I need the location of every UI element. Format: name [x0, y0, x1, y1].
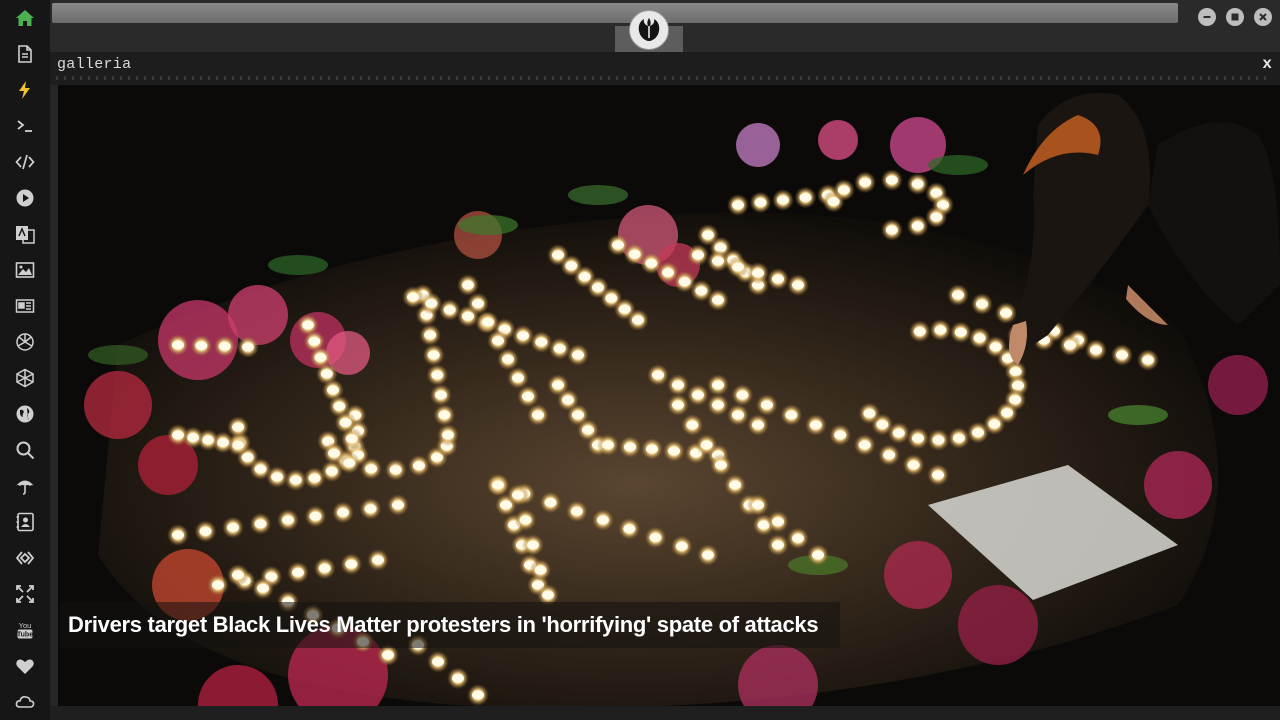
- scroll-gutter: [50, 85, 58, 706]
- panel-close-button[interactable]: x: [1262, 55, 1272, 73]
- heart-icon[interactable]: [13, 654, 37, 678]
- svg-text:You: You: [19, 621, 32, 630]
- aperture-icon[interactable]: [13, 330, 37, 354]
- top-bar: [50, 0, 1280, 52]
- contact-icon[interactable]: [13, 510, 37, 534]
- youtube-icon[interactable]: You Tube: [13, 618, 37, 642]
- play-icon[interactable]: [13, 186, 37, 210]
- svg-text:Tube: Tube: [17, 632, 33, 639]
- transfer-icon[interactable]: [13, 546, 37, 570]
- bottom-strip: [50, 706, 1280, 720]
- news-icon[interactable]: [13, 294, 37, 318]
- cloud-icon[interactable]: [13, 690, 37, 714]
- close-window-button[interactable]: [1254, 8, 1272, 26]
- maximize-button[interactable]: [1226, 8, 1244, 26]
- terminal-icon[interactable]: [13, 114, 37, 138]
- translate-icon[interactable]: [13, 222, 37, 246]
- document-icon[interactable]: [13, 42, 37, 66]
- search-icon[interactable]: [13, 438, 37, 462]
- lightning-icon[interactable]: [13, 78, 37, 102]
- umbrella-icon[interactable]: [13, 474, 37, 498]
- rebel-alliance-icon[interactable]: [629, 10, 669, 50]
- gallery-caption: Drivers target Black Lives Matter protes…: [68, 612, 819, 637]
- code-icon[interactable]: [13, 150, 37, 174]
- address-bar[interactable]: [52, 3, 1178, 23]
- minimize-button[interactable]: [1198, 8, 1216, 26]
- sidebar: You Tube: [0, 0, 51, 720]
- globe-icon[interactable]: [13, 402, 37, 426]
- fullscreen-icon[interactable]: [13, 582, 37, 606]
- image-icon[interactable]: [13, 258, 37, 282]
- divider: [56, 76, 1272, 80]
- panel-title: galleria: [57, 56, 132, 73]
- home-icon[interactable]: [13, 6, 37, 30]
- hexagon-icon[interactable]: [13, 366, 37, 390]
